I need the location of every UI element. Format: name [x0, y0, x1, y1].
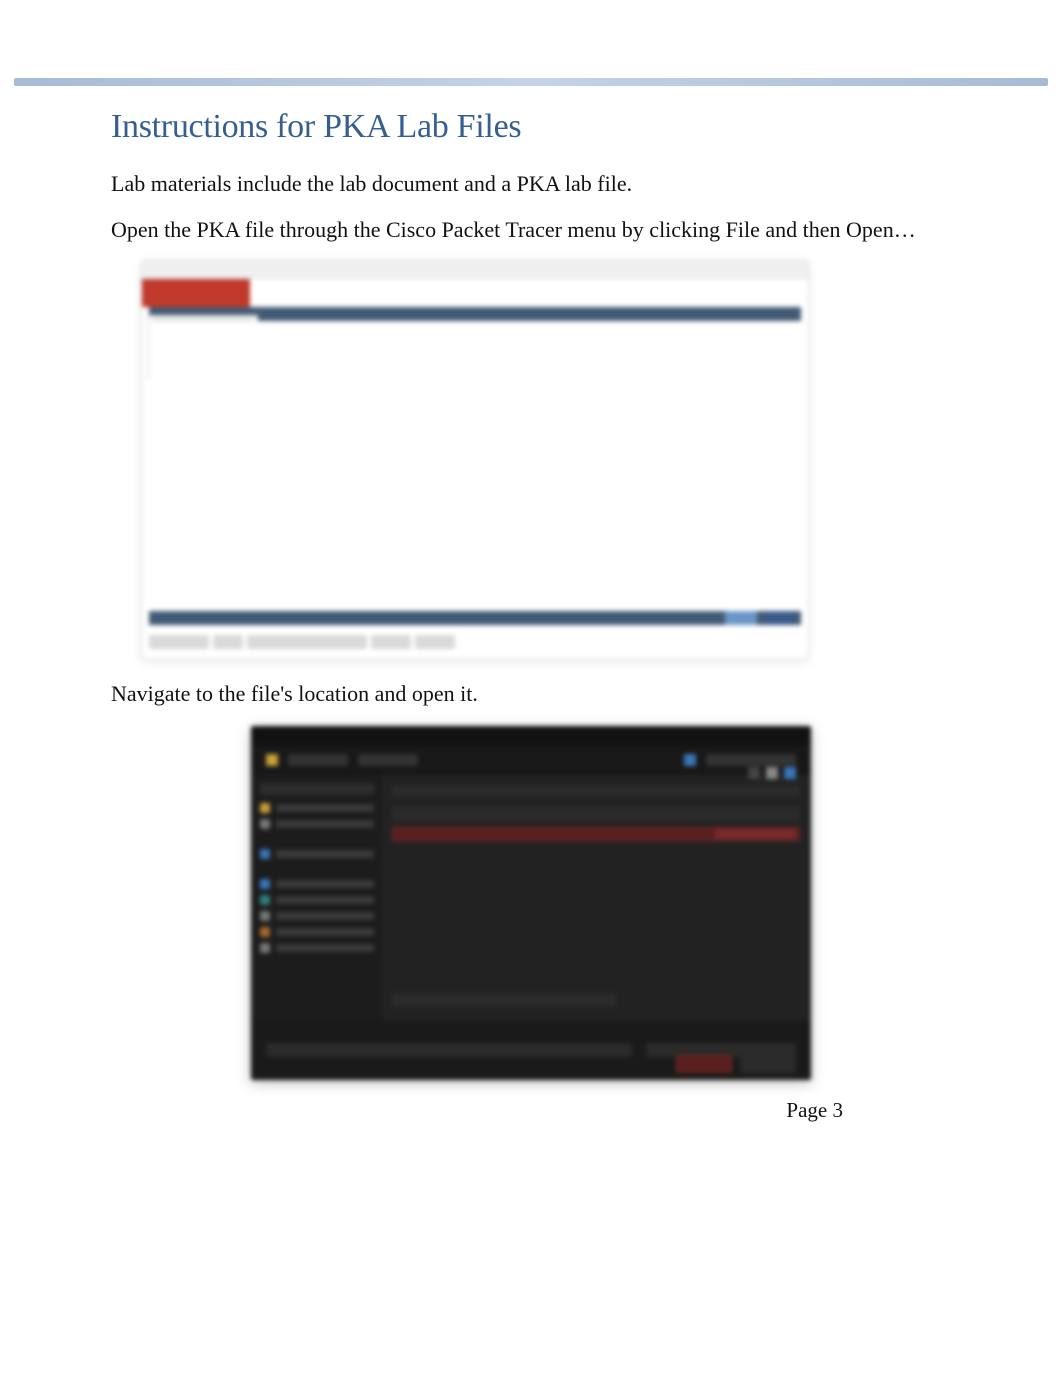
- workspace-canvas: [149, 321, 801, 599]
- page-number: Page 3: [786, 1098, 843, 1123]
- view-icon: [684, 754, 696, 766]
- file-row-selected: [392, 827, 800, 841]
- menu-file-label: File: [726, 217, 760, 242]
- page-title: Instructions for PKA Lab Files: [111, 108, 951, 146]
- sidebar-item: [260, 943, 374, 953]
- sidebar-item: [260, 803, 374, 813]
- menubar-area: [250, 279, 808, 307]
- breadcrumb: [288, 754, 348, 766]
- device-palette: [149, 631, 801, 653]
- dialog-buttons: [676, 1055, 796, 1073]
- dialog-toolbar: [252, 745, 810, 775]
- sidebar-header: [260, 783, 374, 795]
- navigate-paragraph: Navigate to the file's location and open…: [111, 678, 951, 710]
- filename-display: [392, 993, 616, 1007]
- open-file-dialog-figure: [251, 726, 811, 1080]
- nav-back-icon: [266, 754, 278, 766]
- cancel-button: [740, 1055, 796, 1073]
- open-file-text-c: and then Open…: [765, 217, 915, 242]
- app-top-bar: [142, 279, 808, 307]
- breadcrumb: [358, 754, 418, 766]
- file-row: [392, 807, 800, 821]
- sidebar-item: [260, 927, 374, 937]
- app-titlebar: [142, 261, 808, 279]
- open-file-text-a: Open the PKA file through the Cisco Pack…: [111, 217, 720, 242]
- file-row: [392, 847, 800, 861]
- column-headers: [392, 785, 800, 797]
- cisco-logo: [142, 279, 250, 307]
- open-file-paragraph: Open the PKA file through the Cisco Pack…: [111, 214, 951, 246]
- dialog-body: [252, 775, 810, 1021]
- simulation-toggle: [765, 611, 795, 625]
- file-list-area: [382, 775, 810, 1021]
- sidebar-item: [260, 895, 374, 905]
- intro-paragraph: Lab materials include the lab document a…: [111, 168, 951, 200]
- search-field: [706, 754, 796, 766]
- sidebar-item: [260, 911, 374, 921]
- sidebar-item: [260, 819, 374, 829]
- filename-field: [266, 1043, 632, 1057]
- dialog-titlebar: [252, 727, 810, 745]
- realtime-toggle: [725, 611, 757, 625]
- open-button: [676, 1055, 732, 1073]
- header-divider: [14, 78, 1048, 86]
- document-content: Instructions for PKA Lab Files Lab mater…: [111, 108, 951, 1100]
- dialog-sidebar: [252, 775, 382, 1021]
- sidebar-item: [260, 849, 374, 859]
- bottom-toolbar: [149, 611, 801, 625]
- packet-tracer-window-figure: [141, 260, 809, 660]
- sidebar-item: [260, 879, 374, 889]
